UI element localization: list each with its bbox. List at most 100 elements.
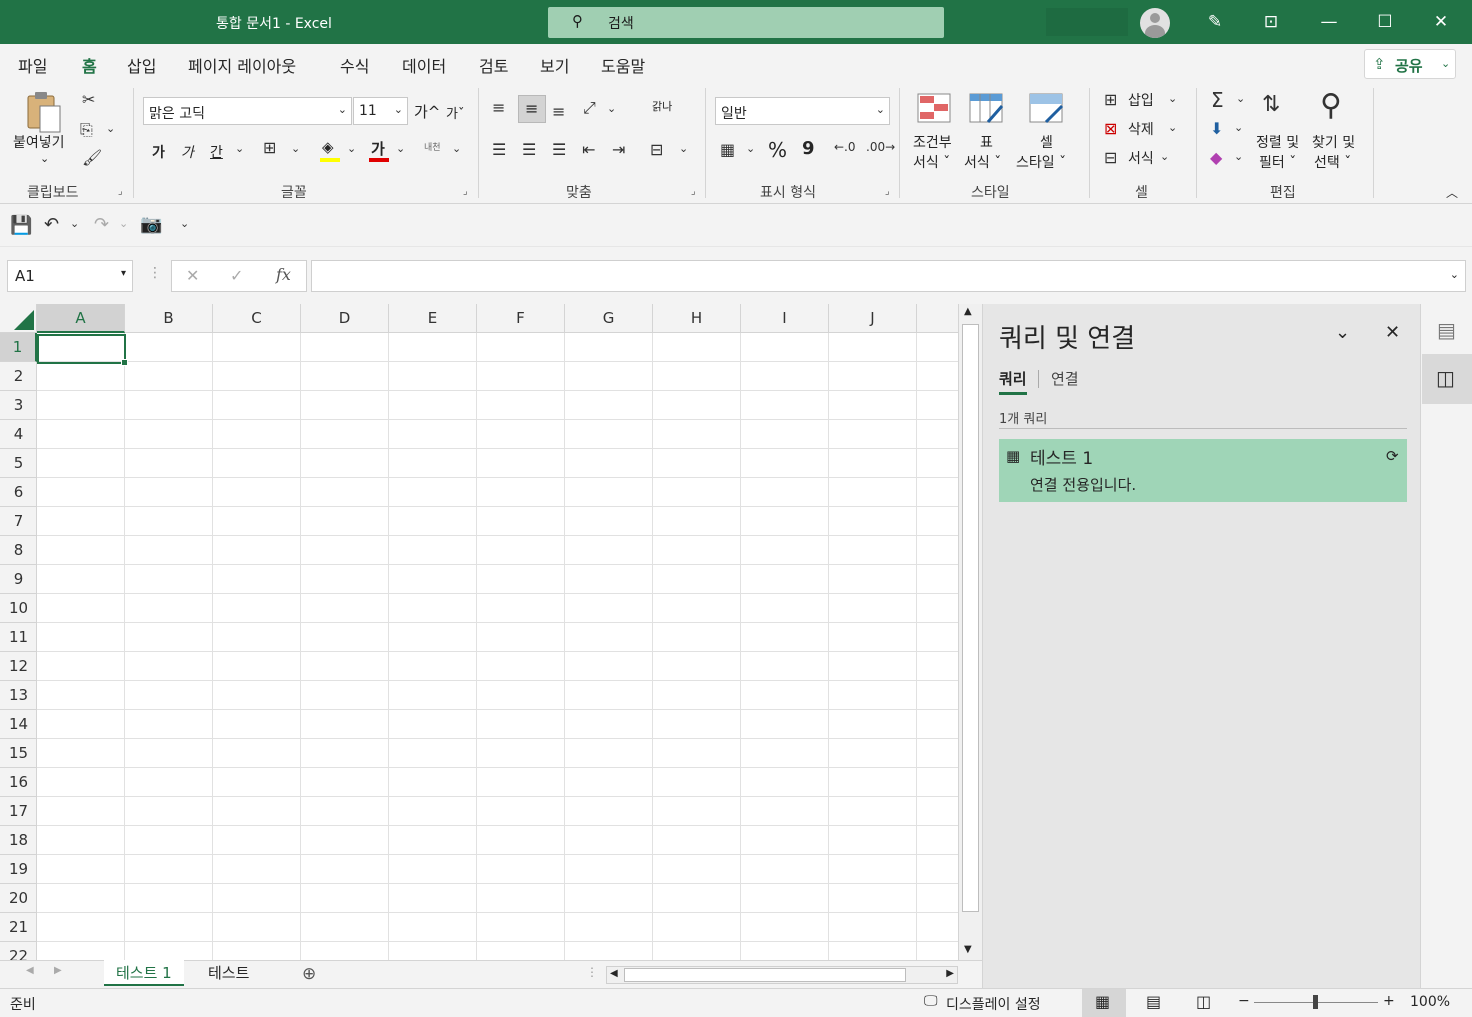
format-cells-icon[interactable]: ⊟ — [1104, 148, 1117, 167]
expand-formula-icon[interactable]: ⌄ — [1450, 268, 1459, 281]
row-header[interactable]: 15 — [0, 739, 37, 768]
maximize-button[interactable]: ☐ — [1370, 8, 1400, 36]
zoom-in-button[interactable]: + — [1383, 993, 1395, 1009]
tab-home[interactable]: 홈 — [81, 53, 98, 85]
clear-icon[interactable]: ◆ — [1210, 148, 1222, 167]
zoom-slider-thumb[interactable] — [1313, 995, 1318, 1009]
row-header[interactable]: 11 — [0, 623, 37, 652]
row-header[interactable]: 7 — [0, 507, 37, 536]
border-icon[interactable]: ⊞ — [263, 138, 276, 157]
formula-input[interactable]: ⌄ — [311, 260, 1466, 292]
worksheet-grid[interactable]: ABCDEFGHIJ 1 2 3 4 5 6 7 8 9 10 11 12 13 14 15 16 17 18 19… — [0, 304, 958, 960]
font-name-select[interactable]: 맑은 고딕 ⌄ — [143, 97, 352, 125]
decrease-indent-icon[interactable]: ⇤ — [582, 140, 595, 159]
delete-cells-icon[interactable]: ⊠ — [1104, 119, 1117, 138]
queries-pane-toggle[interactable]: ◫ — [1422, 354, 1472, 404]
cell-styles-icon[interactable] — [1028, 92, 1066, 126]
close-button[interactable]: ✕ — [1426, 8, 1456, 36]
scroll-right-icon[interactable]: ▶ — [946, 968, 954, 979]
align-left-icon[interactable]: ☰ — [492, 140, 506, 159]
chevron-down-icon[interactable]: ⌄ — [1236, 92, 1245, 105]
chevron-down-icon[interactable]: ⌄ — [1160, 150, 1169, 163]
number-format-select[interactable]: 일반 ⌄ — [715, 97, 890, 125]
italic-button[interactable]: 가 — [181, 142, 194, 162]
find-select-label-2[interactable]: 선택 ˇ — [1314, 152, 1351, 172]
decrease-decimal-icon[interactable]: .00→ — [866, 140, 895, 154]
column-header[interactable]: I — [741, 304, 829, 333]
font-color-button[interactable]: 가 — [369, 138, 391, 162]
format-cells-button[interactable]: 서식 — [1128, 148, 1154, 168]
chevron-down-icon[interactable]: ⌄ — [1335, 322, 1350, 343]
delete-cells-button[interactable]: 삭제 — [1128, 119, 1154, 139]
conditional-formatting-icon[interactable] — [916, 92, 954, 126]
row-header[interactable]: 21 — [0, 913, 37, 942]
display-settings-icon[interactable]: 🖵 — [924, 993, 938, 1009]
autosum-icon[interactable]: Σ — [1211, 88, 1224, 112]
row-header[interactable]: 2 — [0, 362, 37, 391]
row-header[interactable]: 5 — [0, 449, 37, 478]
insert-cells-button[interactable]: 삽입 — [1128, 90, 1154, 110]
chevron-down-icon[interactable]: ⌄ — [40, 152, 49, 165]
tab-help[interactable]: 도움말 — [601, 53, 645, 77]
row-header[interactable]: 22 — [0, 942, 37, 960]
align-top-icon[interactable]: ≡ — [492, 98, 505, 117]
close-icon[interactable]: ✕ — [1385, 322, 1400, 343]
chevron-down-icon[interactable]: ⌄ — [235, 142, 244, 155]
name-box[interactable]: A1 ▾ — [7, 260, 133, 292]
sort-filter-icon[interactable]: ⇅ — [1262, 92, 1280, 117]
camera-icon[interactable]: 📷 — [140, 214, 162, 235]
row-header[interactable]: 9 — [0, 565, 37, 594]
drag-handle-icon[interactable]: ⋮ — [586, 965, 598, 979]
find-select-icon[interactable]: ⚲ — [1320, 88, 1342, 123]
wrap-text-button[interactable]: 갉나 — [652, 98, 672, 114]
chevron-down-icon[interactable]: ⌄ — [347, 142, 356, 155]
undo-icon[interactable]: ↶ — [44, 214, 59, 235]
select-all-button[interactable] — [0, 304, 37, 333]
format-as-table-icon[interactable] — [968, 92, 1006, 126]
chevron-down-icon[interactable]: ⌄ — [1168, 121, 1177, 134]
query-item[interactable]: ▦ 테스트 1 연결 전용입니다. ⟳ — [999, 439, 1407, 502]
insert-cells-icon[interactable]: ⊞ — [1104, 90, 1117, 109]
ribbon-display-options-icon[interactable]: ⊡ — [1256, 8, 1286, 36]
row-header[interactable]: 12 — [0, 652, 37, 681]
scroll-down-icon[interactable]: ▼ — [964, 944, 972, 955]
cancel-icon[interactable]: ✕ — [186, 266, 199, 285]
column-header[interactable]: E — [389, 304, 477, 333]
share-button[interactable]: ⇪ 공유 ⌄ — [1364, 49, 1456, 79]
chevron-down-icon[interactable]: ⌄ — [291, 142, 300, 155]
increase-decimal-icon[interactable]: ←.0 — [834, 140, 856, 154]
account-name-box[interactable] — [1046, 8, 1128, 36]
collapse-ribbon-icon[interactable]: ︿ — [1446, 184, 1458, 201]
enter-icon[interactable]: ✓ — [230, 266, 243, 285]
tab-formulas[interactable]: 수식 — [340, 53, 369, 77]
redo-icon[interactable]: ↷ — [94, 214, 109, 235]
add-sheet-icon[interactable]: ⊕ — [302, 964, 316, 984]
font-size-select[interactable]: 11 ⌄ — [353, 97, 408, 125]
shrink-font-button[interactable]: 가ˇ — [446, 103, 464, 122]
cells-area[interactable] — [37, 333, 958, 960]
active-cell[interactable] — [37, 334, 128, 366]
align-right-icon[interactable]: ☰ — [552, 140, 566, 159]
increase-indent-icon[interactable]: ⇥ — [612, 140, 625, 159]
chevron-down-icon[interactable]: ⌄ — [746, 142, 755, 155]
accounting-format-icon[interactable]: ▦ — [720, 140, 735, 159]
chevron-down-icon[interactable]: ⌄ — [396, 142, 405, 155]
chevron-down-icon[interactable]: ⌄ — [679, 142, 688, 155]
merge-center-icon[interactable]: ⊟ — [650, 140, 663, 159]
row-header[interactable]: 19 — [0, 855, 37, 884]
dialog-launcher-icon[interactable]: ⌟ — [691, 186, 696, 197]
zoom-out-button[interactable]: − — [1238, 993, 1250, 1009]
minimize-button[interactable]: — — [1314, 8, 1344, 36]
cell-styles-label-2[interactable]: 스타일 ˇ — [1016, 152, 1066, 172]
row-header[interactable]: 16 — [0, 768, 37, 797]
sheet-tab-1[interactable]: 테스트 1 — [104, 960, 184, 986]
properties-icon[interactable]: ▤ — [1437, 318, 1456, 342]
next-sheet-icon[interactable]: ▶ — [54, 965, 62, 976]
tab-insert[interactable]: 삽입 — [127, 53, 156, 77]
sheet-tab-2[interactable]: 테스트 — [196, 960, 261, 986]
find-select-label-1[interactable]: 찾기 및 — [1312, 132, 1355, 152]
tab-review[interactable]: 검토 — [479, 53, 508, 77]
avatar[interactable] — [1140, 8, 1170, 38]
format-as-table-label-2[interactable]: 서식 ˇ — [964, 152, 1001, 172]
row-header[interactable]: 18 — [0, 826, 37, 855]
